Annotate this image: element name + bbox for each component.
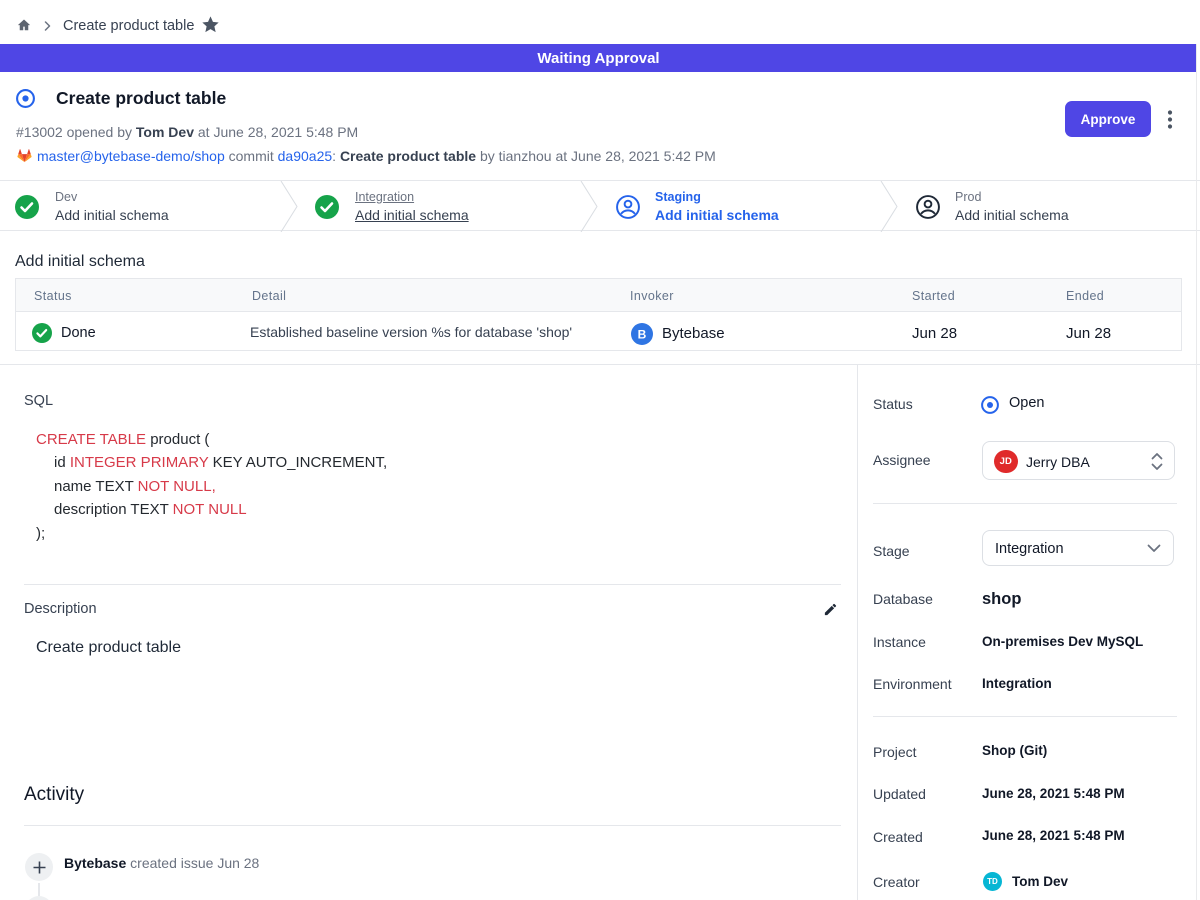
svg-text:B: B bbox=[638, 327, 647, 341]
